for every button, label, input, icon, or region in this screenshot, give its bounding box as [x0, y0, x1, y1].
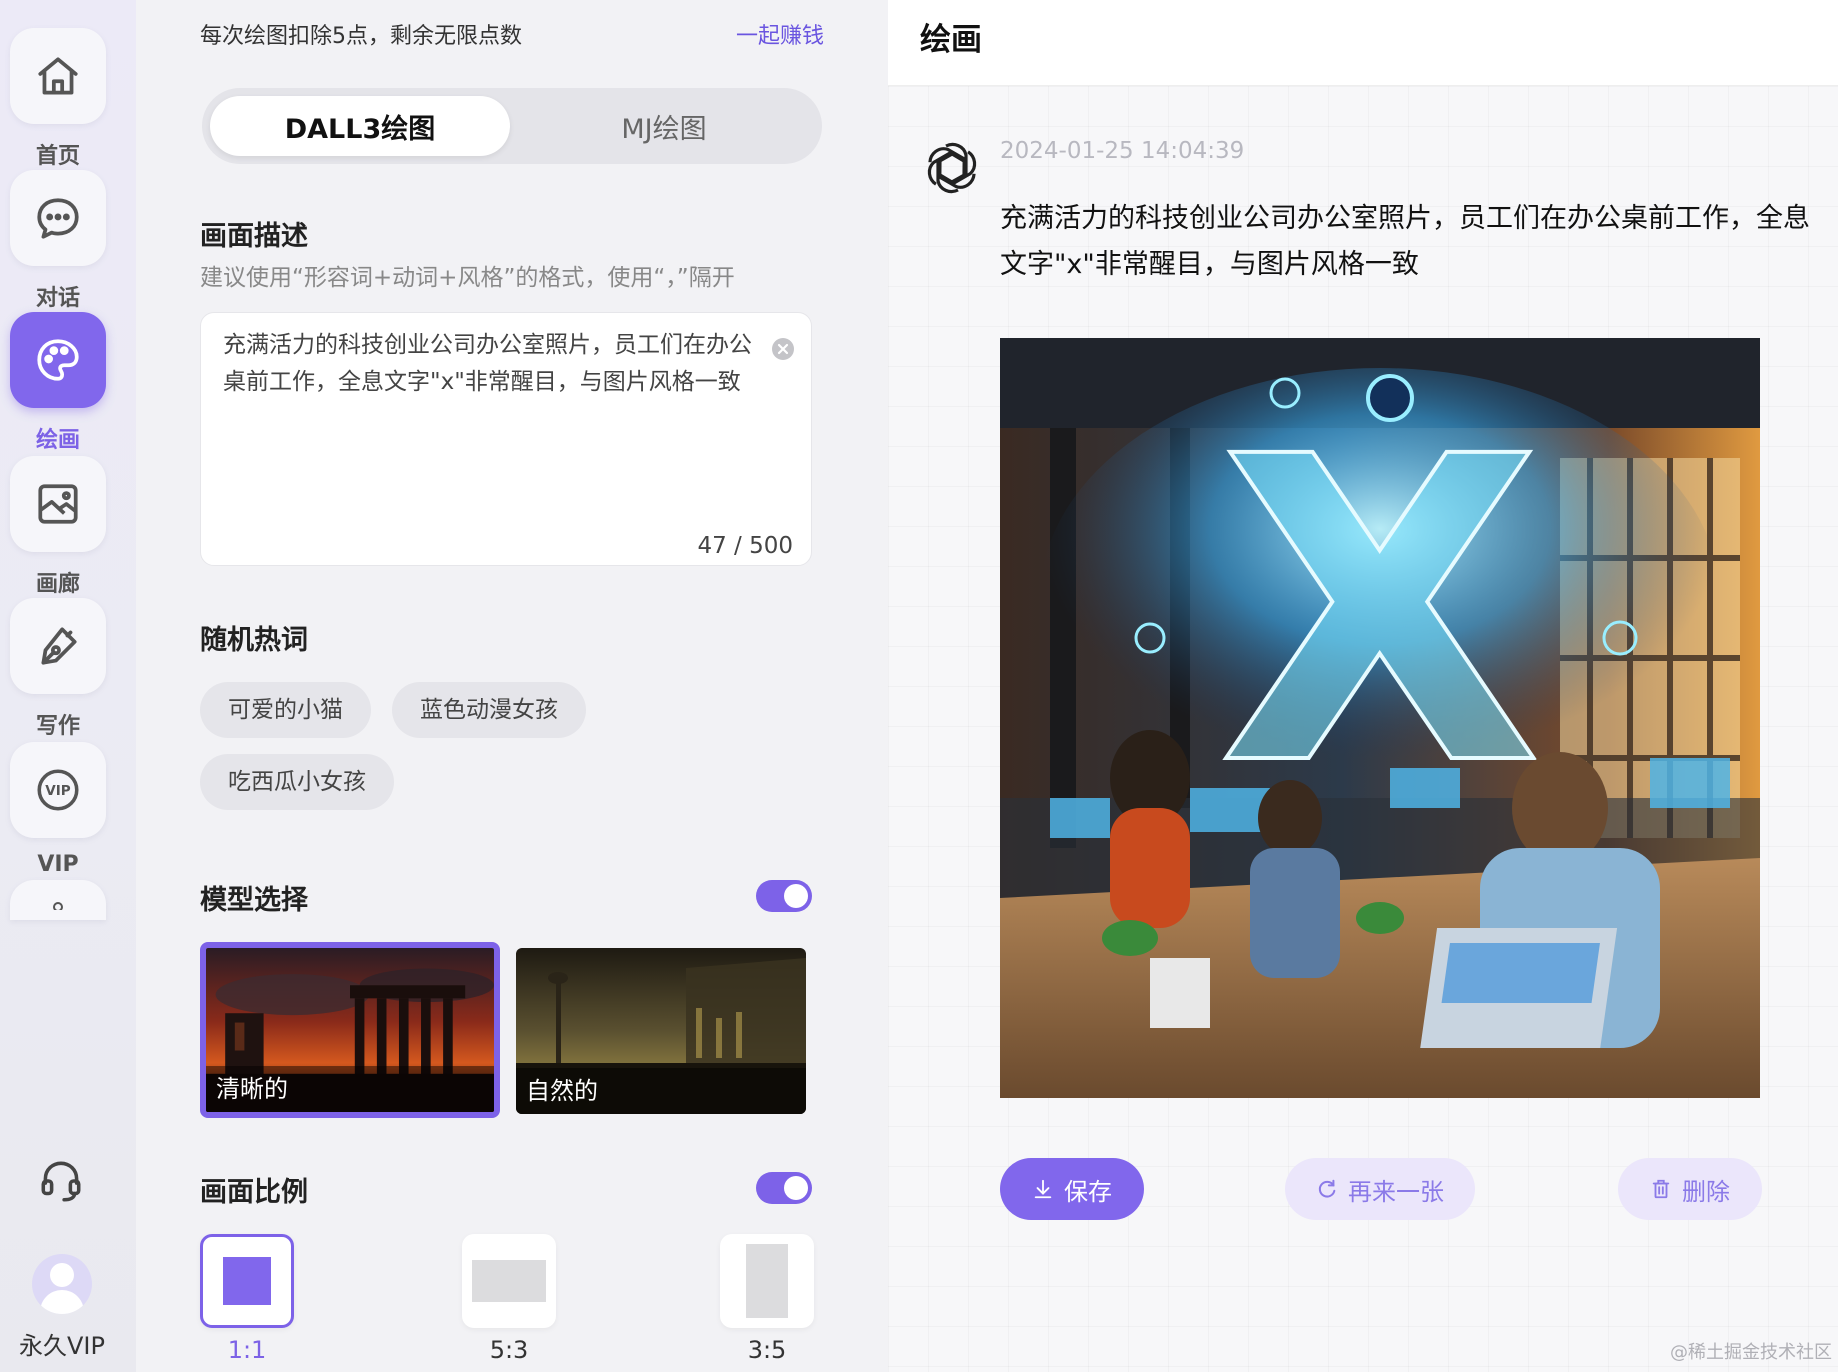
result-body: 2024-01-25 14:04:39 充满活力的科技创业公司办公室照片，员工们…: [888, 86, 1838, 1372]
svg-text:VIP: VIP: [45, 783, 71, 799]
delete-label: 删除: [1682, 1177, 1730, 1206]
model-option-label: 清晰的: [206, 1066, 494, 1112]
sidebar-item-label: VIP: [37, 852, 79, 877]
refresh-icon: [1318, 1179, 1336, 1198]
chat-icon: [10, 170, 106, 266]
model-switch[interactable]: [756, 880, 812, 912]
sidebar-item-label: 绘画: [35, 428, 80, 453]
sidebar-item-write[interactable]: 写作: [10, 598, 106, 740]
model-option-vivid[interactable]: 清晰的: [200, 942, 500, 1118]
ratio-option-1-1[interactable]: [200, 1234, 294, 1328]
earn-link[interactable]: 一起赚钱: [736, 18, 824, 50]
ratio-label: 3:5: [747, 1336, 787, 1364]
ratio-switch[interactable]: [756, 1172, 812, 1204]
regenerate-label: 再来一张: [1348, 1177, 1444, 1206]
palette-icon: [10, 312, 106, 408]
sidebar-item-draw[interactable]: 绘画: [10, 312, 106, 454]
model-option-label: 自然的: [516, 1068, 806, 1114]
prompt-echo: 充满活力的科技创业公司办公室照片，员工们在办公桌前工作，全息文字"x"非常醒目，…: [1000, 203, 1810, 280]
pen-icon: [10, 598, 106, 694]
points-notice: 每次绘图扣除5点，剩余无限点数: [200, 24, 522, 49]
watermark: @稀土掘金技术社区: [1670, 1342, 1832, 1363]
clear-icon[interactable]: [771, 337, 795, 361]
ratio-title: 画面比例: [200, 1177, 308, 1208]
ratio-label: 5:3: [489, 1336, 529, 1364]
headset-icon[interactable]: [36, 1156, 86, 1206]
save-button[interactable]: 保存: [1000, 1158, 1144, 1220]
avatar[interactable]: [32, 1254, 92, 1314]
hot-word-chip[interactable]: 蓝色动漫女孩: [392, 682, 586, 738]
save-label: 保存: [1064, 1177, 1112, 1206]
ratio-label: 1:1: [227, 1336, 267, 1364]
hot-word-chip[interactable]: 可爱的小猫: [200, 682, 371, 738]
sidebar-item-label: 画廊: [35, 572, 80, 597]
model-option-natural[interactable]: 自然的: [516, 948, 806, 1114]
char-counter: 47 / 500: [697, 533, 793, 559]
download-icon: [1034, 1179, 1052, 1199]
prompt-textarea[interactable]: 充满活力的科技创业公司办公室照片，员工们在办公桌前工作，全息文字"x"非常醒目，…: [200, 312, 812, 566]
hot-words-title: 随机热词: [200, 625, 308, 656]
sidebar-item-label: 写作: [35, 714, 80, 739]
sidebar-item-label: 对话: [35, 286, 80, 311]
generated-image[interactable]: X: [1000, 338, 1760, 1098]
message-timestamp: 2024-01-25 14:04:39: [1000, 138, 1245, 164]
regenerate-button[interactable]: 再来一张: [1285, 1158, 1475, 1220]
sidebar: 首页 对话 绘画 画廊 写作 VIP VIP 永久VIP: [0, 0, 136, 1372]
description-hint: 建议使用“形容词+动词+风格”的格式，使用“，”隔开: [200, 265, 735, 291]
hologram-text: X: [1218, 369, 1542, 858]
sidebar-item-chat[interactable]: 对话: [10, 170, 106, 312]
ratio-option-3-5[interactable]: [720, 1234, 814, 1328]
description-title: 画面描述: [200, 221, 308, 252]
user-icon: [10, 880, 106, 920]
gallery-icon: [10, 456, 106, 552]
sidebar-item-label: 首页: [35, 144, 80, 169]
delete-button[interactable]: 删除: [1618, 1158, 1762, 1220]
ratio-option-5-3[interactable]: [462, 1234, 556, 1328]
tab-dall3[interactable]: DALL3绘图: [210, 96, 510, 156]
sidebar-item-more[interactable]: [10, 880, 106, 920]
sidebar-item-gallery[interactable]: 画廊: [10, 456, 106, 598]
mode-toggle: DALL3绘图 MJ绘图: [202, 88, 822, 164]
home-icon: [10, 28, 106, 124]
result-header: 绘画: [888, 0, 1838, 86]
model-title: 模型选择: [200, 885, 308, 916]
tab-mj[interactable]: MJ绘图: [514, 96, 814, 156]
openai-logo-icon: [927, 142, 977, 194]
user-tier-label: 永久VIP: [19, 1332, 105, 1360]
prompt-text[interactable]: 充满活力的科技创业公司办公室照片，员工们在办公桌前工作，全息文字"x"非常醒目，…: [223, 327, 763, 401]
vip-icon: VIP: [10, 742, 106, 838]
sidebar-item-home[interactable]: 首页: [10, 28, 106, 170]
sidebar-item-vip[interactable]: VIP VIP: [10, 742, 106, 877]
page-title: 绘画: [920, 22, 982, 58]
draw-settings-panel: 每次绘图扣除5点，剩余无限点数 一起赚钱 DALL3绘图 MJ绘图 画面描述 建…: [136, 0, 888, 1372]
result-panel: 绘画 2024-01-25 14:04:39 充满活力的科技创业公司办公室照片，…: [888, 0, 1838, 1372]
trash-icon: [1652, 1179, 1670, 1199]
hot-word-chip[interactable]: 吃西瓜小女孩: [200, 754, 394, 810]
